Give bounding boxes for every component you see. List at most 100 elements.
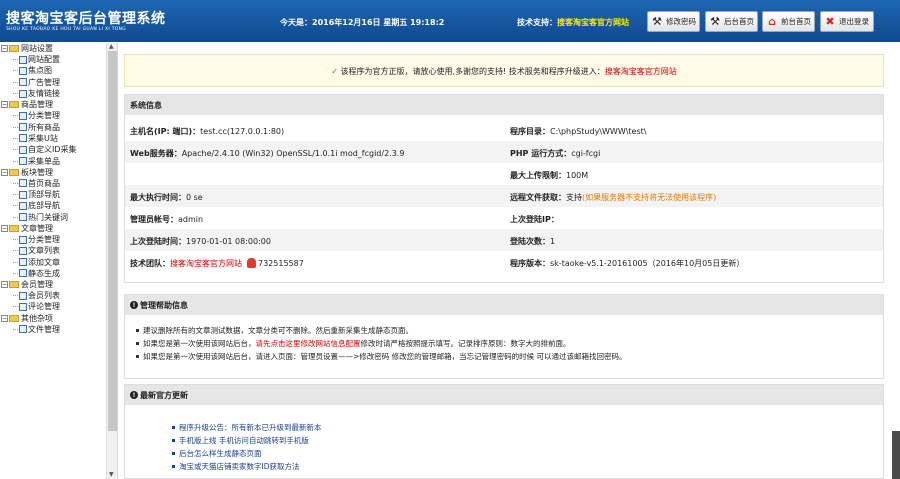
exec-time-value: 0 se <box>186 193 203 202</box>
help-text: 修改时请严格按照提示填写。记录排序原则：数字大的排前面。 <box>360 339 571 348</box>
notice-link[interactable]: 搜客淘宝客官方网站 <box>605 67 677 76</box>
folder-icon <box>9 314 19 322</box>
sidebar-group[interactable]: − 其他杂项 <box>0 313 117 324</box>
sidebar-item[interactable]: 静态生成 <box>0 268 117 279</box>
sidebar-item[interactable]: 底部导航 <box>0 200 117 211</box>
sidebar-group-label: 其他杂项 <box>21 313 53 323</box>
current-date: 今天是：2016年12月16日 星期五 19:18:2 <box>280 18 445 27</box>
sidebar-item[interactable]: 友情链接 <box>0 88 117 99</box>
tree-line <box>13 261 18 263</box>
sidebar-group[interactable]: − 商品管理 <box>0 99 117 110</box>
sidebar-item[interactable]: 顶部导航 <box>0 189 117 200</box>
tools-icon: ⚒ <box>652 15 662 28</box>
close-icon: ✖ <box>825 15 835 28</box>
news-item[interactable]: 程序升级公告：所有新本已升级到最新新本 <box>172 421 883 434</box>
help-panel: ! 管理帮助信息 建议删除所有的文章测试数据，文章分类可不删除。然后重新采集生成静… <box>124 294 884 379</box>
tree-line <box>13 81 18 83</box>
system-info-panel: 系统信息 主机名(IP: 端口)：test.cc(127.0.0.1:80) 程… <box>124 94 884 283</box>
sidebar-item[interactable]: 广告管理 <box>0 77 117 88</box>
sidebar-item[interactable]: 分类管理 <box>0 234 117 245</box>
remote-file-value: 支持 <box>566 193 582 202</box>
news-link[interactable]: 淘宝或天猫店铺卖家数字ID获取方法 <box>179 461 300 472</box>
login-count-value: 1 <box>550 237 556 246</box>
bullet <box>136 342 139 345</box>
main-content: ✓ 该程序为官方正版，请放心使用,多谢您的支持! 技术服务和程序升级进入：搜客淘… <box>118 43 900 479</box>
collapse-toggle-icon[interactable]: − <box>1 224 8 232</box>
collapse-toggle-icon[interactable]: − <box>1 281 8 289</box>
tree-line <box>13 306 18 308</box>
qq-icon[interactable] <box>247 258 256 268</box>
help-link[interactable]: 请先点击这里修改网站信息配置 <box>256 338 361 349</box>
info-icon: ! <box>130 391 138 399</box>
sidebar-item[interactable]: 自定义ID采集 <box>0 144 117 155</box>
sidebar-item[interactable]: 评论管理 <box>0 301 117 312</box>
tree-line <box>13 93 18 95</box>
sidebar-group[interactable]: − 文章管理 <box>0 223 117 234</box>
sidebar-item[interactable]: 分类管理 <box>0 110 117 121</box>
sidebar-item[interactable]: 会员列表 <box>0 290 117 301</box>
collapse-toggle-icon[interactable]: − <box>1 168 8 176</box>
sidebar-item[interactable]: 所有商品 <box>0 121 117 132</box>
host-label: 主机名(IP: 端口)： <box>130 127 201 136</box>
collapse-toggle-icon[interactable]: − <box>1 101 8 109</box>
bullet <box>172 465 175 468</box>
page-icon <box>19 190 27 199</box>
support-link[interactable]: 搜客淘宝客官方网站 <box>557 18 629 27</box>
sidebar-item-label: 静态生成 <box>28 268 60 278</box>
change-password-button[interactable]: ⚒ 修改密码 <box>647 11 700 32</box>
sidebar-item[interactable]: 网站配置 <box>0 54 117 65</box>
sidebar-item[interactable]: 采集单品 <box>0 155 117 166</box>
news-item[interactable]: 后台怎么样生成静态页面 <box>172 447 883 460</box>
sidebar-item[interactable]: 焦点图 <box>0 65 117 76</box>
upload-limit-label: 最大上传限制： <box>510 171 566 180</box>
sidebar-item[interactable]: 采集U站 <box>0 133 117 144</box>
news-link[interactable]: 后台怎么样生成静态页面 <box>179 448 262 459</box>
sidebar-item[interactable]: 文章列表 <box>0 245 117 256</box>
sidebar-item-label: 所有商品 <box>28 122 60 132</box>
sidebar-item[interactable]: 文件管理 <box>0 324 117 335</box>
news-item[interactable]: 手机版上线 手机访问自动跳转到手机版 <box>172 434 883 447</box>
admin-account-label: 管理员帐号： <box>130 215 178 224</box>
sidebar-item-label: 采集单品 <box>28 156 60 166</box>
page-scrollbar[interactable] <box>892 431 900 479</box>
scroll-down-icon[interactable]: ▼ <box>109 471 114 478</box>
admin-home-button[interactable]: ⚒ 后台首页 <box>705 11 758 32</box>
collapse-toggle-icon[interactable]: − <box>1 314 8 322</box>
sidebar-item[interactable]: 添加文章 <box>0 256 117 267</box>
team-link[interactable]: 搜客淘宝客官方网站 <box>170 259 242 268</box>
logout-button[interactable]: ✖ 退出登录 <box>820 11 874 32</box>
folder-icon <box>9 45 19 52</box>
sidebar-item[interactable]: 首页商品 <box>0 178 117 189</box>
login-count-label: 登陆次数： <box>510 237 550 246</box>
collapse-toggle-icon[interactable]: − <box>1 45 8 52</box>
upload-limit-value: 100M <box>566 171 589 180</box>
sidebar-group[interactable]: − 网站设置 <box>0 43 117 54</box>
scrollbar-thumb[interactable] <box>108 51 117 431</box>
page-icon <box>19 55 27 64</box>
news-item[interactable]: 淘宝或天猫店铺卖家数字ID获取方法 <box>172 460 883 473</box>
sidebar-group[interactable]: − 板块管理 <box>0 167 117 178</box>
sidebar-item-label: 添加文章 <box>28 257 60 267</box>
exec-time-label: 最大执行时间： <box>130 193 186 202</box>
sidebar-item-label: 底部导航 <box>28 201 60 211</box>
sidebar-scrollbar[interactable]: ▲ ▼ <box>106 43 117 479</box>
help-title-bar: ! 管理帮助信息 <box>125 295 883 315</box>
scroll-up-icon[interactable]: ▲ <box>109 43 114 50</box>
news-link[interactable]: 程序升级公告：所有新本已升级到最新新本 <box>179 422 322 433</box>
sidebar-item[interactable]: 热门关键词 <box>0 212 117 223</box>
sidebar-item-label: 采集U站 <box>28 133 58 143</box>
news-link[interactable]: 手机版上线 手机访问自动跳转到手机版 <box>179 435 309 446</box>
help-list: 建议删除所有的文章测试数据，文章分类可不删除。然后重新采集生成静态页面。 如果您是… <box>125 324 883 363</box>
sidebar-item-label: 顶部导航 <box>28 190 60 200</box>
front-home-button[interactable]: ⌂ 前台首页 <box>762 11 815 32</box>
page-icon <box>19 269 27 278</box>
sidebar-item-label: 热门关键词 <box>28 212 68 222</box>
page-icon <box>19 258 27 267</box>
logo-subtitle: SHOU KE TAOBAO KE HOU TAI GUAN LI XI TON… <box>6 27 127 32</box>
help-title: 管理帮助信息 <box>140 300 188 310</box>
sidebar-item-label: 网站配置 <box>28 55 60 65</box>
tree-line <box>13 70 18 72</box>
tree-line <box>13 149 18 151</box>
header-bar: 搜客淘宝客后台管理系统 SHOU KE TAOBAO KE HOU TAI GU… <box>0 0 900 42</box>
sidebar-group[interactable]: − 会员管理 <box>0 279 117 290</box>
